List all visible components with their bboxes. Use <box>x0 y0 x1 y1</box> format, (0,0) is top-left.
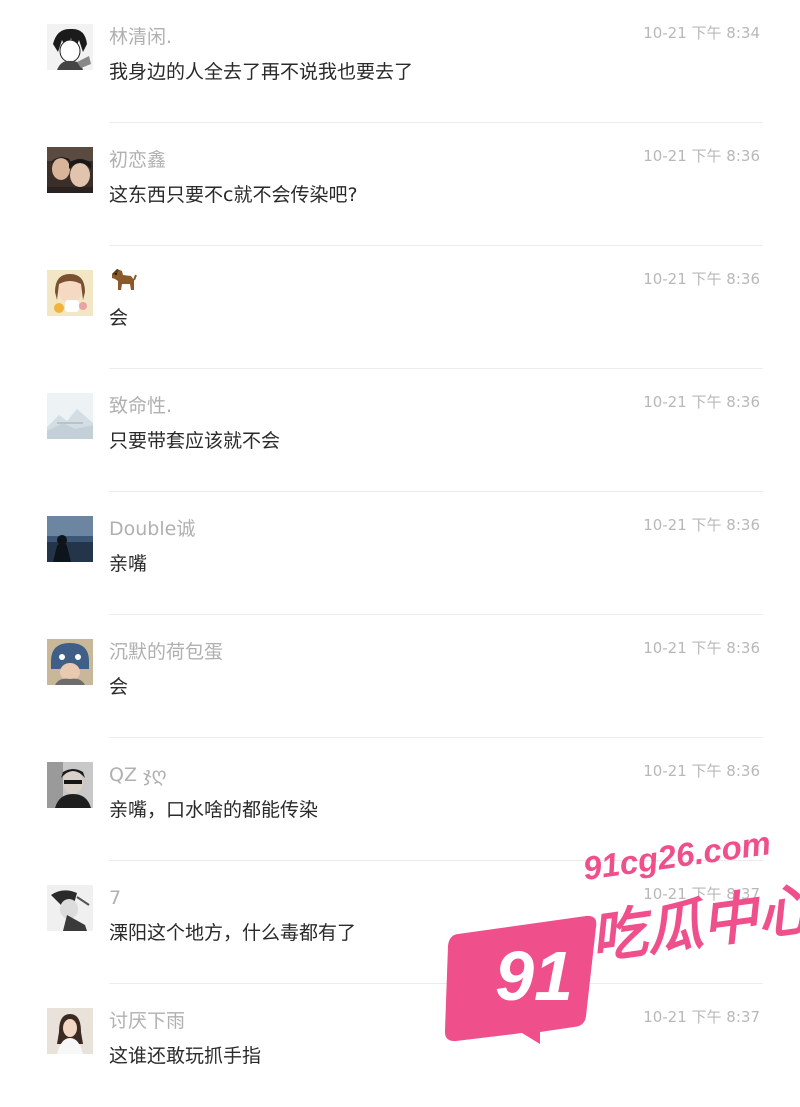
avatar-icon <box>47 147 93 193</box>
avatar[interactable] <box>47 270 93 316</box>
avatar-icon <box>47 393 93 439</box>
comment-text: 亲嘴 <box>109 553 148 575</box>
dog-icon <box>112 269 137 290</box>
comment-item: 初恋鑫 10-21 下午 8:36 这东西只要不c就不会传染吧? <box>0 123 800 246</box>
comment-item: 林清闲. 10-21 下午 8:34 我身边的人全去了再不说我也要去了 <box>0 0 800 123</box>
avatar[interactable] <box>47 147 93 193</box>
timestamp: 10-21 下午 8:36 <box>643 762 760 780</box>
avatar[interactable] <box>47 885 93 931</box>
comment-text: 只要带套应该就不会 <box>109 430 281 452</box>
timestamp: 10-21 下午 8:36 <box>643 147 760 165</box>
timestamp: 10-21 下午 8:36 <box>643 270 760 288</box>
username[interactable]: 初恋鑫 <box>109 148 166 172</box>
comment-item: 10-21 下午 8:36 会 <box>0 246 800 369</box>
avatar[interactable] <box>47 1008 93 1054</box>
username[interactable]: 致命性. <box>109 394 172 418</box>
comment-text: 这谁还敢玩抓手指 <box>109 1045 262 1067</box>
avatar-icon <box>47 270 93 316</box>
username[interactable]: QZ ჯღ <box>109 763 167 787</box>
avatar-icon <box>47 885 93 931</box>
avatar[interactable] <box>47 762 93 808</box>
avatar-icon <box>47 516 93 562</box>
watermark: 91 91cg26.com 吃瓜中心 <box>436 824 800 1046</box>
comment-item: 致命性. 10-21 下午 8:36 只要带套应该就不会 <box>0 369 800 492</box>
timestamp: 10-21 下午 8:34 <box>643 24 760 42</box>
comment-text: 这东西只要不c就不会传染吧? <box>109 184 358 206</box>
timestamp: 10-21 下午 8:36 <box>643 393 760 411</box>
comment-text: 会 <box>109 676 129 698</box>
timestamp: 10-21 下午 8:36 <box>643 639 760 657</box>
comment-item: Double诚 10-21 下午 8:36 亲嘴 <box>0 492 800 615</box>
username[interactable]: 7 <box>109 886 121 910</box>
avatar[interactable] <box>47 393 93 439</box>
watermark-number: 91 <box>495 937 573 1015</box>
avatar[interactable] <box>47 24 93 70</box>
username[interactable]: 林清闲. <box>109 25 172 49</box>
comment-text: 溧阳这个地方，什么毒都有了 <box>109 922 357 944</box>
username[interactable]: Double诚 <box>109 517 195 541</box>
timestamp: 10-21 下午 8:36 <box>643 516 760 534</box>
avatar-icon <box>47 762 93 808</box>
avatar-icon <box>47 24 93 70</box>
comment-text: 我身边的人全去了再不说我也要去了 <box>109 61 414 83</box>
comment-text: 会 <box>109 307 129 329</box>
comment-item: 沉默的荷包蛋 10-21 下午 8:36 会 <box>0 615 800 738</box>
avatar-icon <box>47 1008 93 1054</box>
username[interactable]: 沉默的荷包蛋 <box>109 640 223 664</box>
avatar[interactable] <box>47 516 93 562</box>
avatar-icon <box>47 639 93 685</box>
avatar[interactable] <box>47 639 93 685</box>
comment-text: 亲嘴，口水啥的都能传染 <box>109 799 319 821</box>
username[interactable]: 讨厌下雨 <box>109 1009 185 1033</box>
